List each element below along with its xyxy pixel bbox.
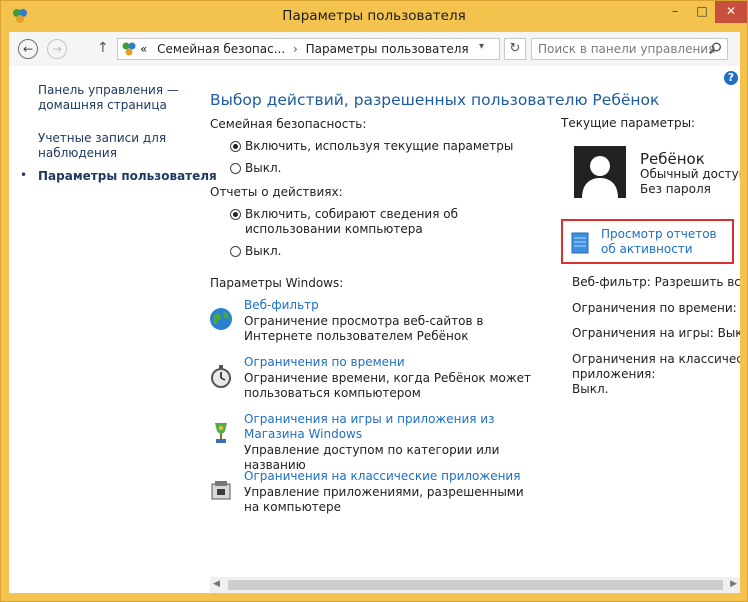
family-off-label[interactable]: Выкл. bbox=[245, 161, 545, 176]
user-silhouette-icon bbox=[582, 156, 618, 198]
up-button[interactable]: ↑ bbox=[97, 40, 109, 56]
chevron-down-icon[interactable]: ▾ bbox=[479, 41, 484, 52]
title-bar[interactable]: Параметры пользователя – □ ✕ bbox=[1, 1, 747, 32]
close-button[interactable]: ✕ bbox=[715, 1, 747, 23]
time-limits-status: Ограничения по времени: Выкл. bbox=[572, 301, 740, 315]
family-off-radio[interactable] bbox=[230, 163, 241, 174]
search-icon[interactable] bbox=[709, 42, 722, 55]
user-name: Ребёнок bbox=[640, 150, 705, 168]
help-icon[interactable]: ? bbox=[724, 71, 738, 85]
windows-settings-label: Параметры Windows: bbox=[210, 276, 344, 290]
window-frame: Параметры пользователя – □ ✕ ← → ↑ « Сем… bbox=[0, 0, 748, 602]
activity-reports-label: Отчеты о действиях: bbox=[210, 185, 343, 199]
scroll-thumb[interactable] bbox=[228, 580, 723, 590]
breadcrumb-user-settings[interactable]: Параметры пользователя bbox=[306, 42, 469, 56]
avatar bbox=[574, 146, 626, 198]
classic-apps-status-line1: Ограничения на классические bbox=[572, 352, 740, 366]
breadcrumb: « Семейная безопас... › Параметры пользо… bbox=[140, 42, 469, 56]
time-limits-link[interactable]: Ограничения по времени bbox=[244, 355, 405, 369]
scroll-left-arrow[interactable]: ◀ bbox=[213, 579, 220, 589]
apps-icon bbox=[211, 481, 231, 500]
window-title: Параметры пользователя bbox=[282, 8, 466, 24]
view-activity-reports-link[interactable]: Просмотр отчетов об активности bbox=[601, 227, 731, 257]
games-limits-link[interactable]: Ограничения на игры и приложения из Мага… bbox=[244, 412, 534, 442]
maximize-button[interactable]: □ bbox=[689, 1, 715, 23]
refresh-button[interactable]: ↻ bbox=[504, 38, 526, 60]
sidebar-link-accounts-line2: наблюдения bbox=[38, 146, 117, 160]
current-bullet: • bbox=[20, 168, 28, 182]
family-safety-label: Семейная безопасность: bbox=[210, 117, 367, 131]
control-panel-icon bbox=[122, 42, 136, 56]
reports-on-label[interactable]: Включить, собирают сведения об использов… bbox=[245, 207, 535, 237]
horizontal-scrollbar[interactable]: ◀ ▶ bbox=[210, 577, 740, 593]
sidebar-link-home[interactable]: Панель управления — домашняя страница bbox=[38, 83, 188, 113]
forward-button[interactable]: → bbox=[47, 39, 67, 59]
activity-report-highlight[interactable]: Просмотр отчетов об активности bbox=[561, 219, 734, 264]
sidebar-link-home-line2: домашняя страница bbox=[38, 98, 167, 112]
sidebar-item-current: Параметры пользователя bbox=[38, 169, 217, 183]
scroll-right-arrow[interactable]: ▶ bbox=[730, 579, 737, 589]
back-button[interactable]: ← bbox=[18, 39, 38, 59]
sidebar-link-accounts[interactable]: Учетные записи для наблюдения bbox=[38, 131, 188, 161]
password-status: Без пароля bbox=[640, 182, 711, 196]
breadcrumb-family-safety[interactable]: Семейная безопас... bbox=[157, 42, 285, 56]
breadcrumb-separator[interactable]: › bbox=[293, 42, 298, 56]
minimize-button[interactable]: – bbox=[661, 1, 689, 23]
classic-apps-status-line3: Выкл. bbox=[572, 382, 609, 396]
page-title: Выбор действий, разрешенных пользователю… bbox=[210, 91, 660, 109]
family-on-radio[interactable] bbox=[230, 141, 241, 152]
navigation-bar: ← → ↑ « Семейная безопас... › Параметры … bbox=[9, 32, 740, 66]
web-filter-desc: Ограничение просмотра веб-сайтов в Интер… bbox=[244, 314, 484, 343]
web-filter-link[interactable]: Веб-фильтр bbox=[244, 298, 319, 312]
time-limits-desc: Ограничение времени, когда Ребёнок может… bbox=[244, 371, 532, 400]
sidebar-link-accounts-line1: Учетные записи для bbox=[38, 131, 167, 145]
breadcrumb-overflow[interactable]: « bbox=[140, 42, 147, 56]
games-status: Ограничения на игры: Выкл. bbox=[572, 326, 740, 340]
trophy-icon bbox=[215, 423, 227, 443]
stopwatch-icon bbox=[211, 365, 231, 388]
classic-apps-link[interactable]: Ограничения на классические приложения bbox=[244, 469, 520, 483]
globe-icon bbox=[210, 308, 232, 330]
classic-apps-status-line2: приложения: bbox=[572, 367, 656, 381]
reports-off-label[interactable]: Выкл. bbox=[245, 244, 545, 259]
search-placeholder: Поиск в панели управления bbox=[538, 42, 716, 56]
classic-apps-desc: Управление приложениями, разрешенными на… bbox=[244, 485, 524, 514]
web-filter-status: Веб-фильтр: Разрешить все bbox=[572, 275, 740, 289]
account-type: Обычный доступ bbox=[640, 167, 740, 181]
content-pane: ? Панель управления — домашняя страница … bbox=[9, 66, 740, 593]
family-on-label[interactable]: Включить, используя текущие параметры bbox=[245, 139, 545, 154]
reports-on-radio[interactable] bbox=[230, 209, 241, 220]
current-settings-label: Текущие параметры: bbox=[561, 116, 696, 130]
sidebar-link-home-line1: Панель управления — bbox=[38, 83, 179, 97]
report-notebook-icon bbox=[571, 232, 589, 254]
search-input[interactable]: Поиск в панели управления bbox=[531, 38, 728, 60]
reports-off-radio[interactable] bbox=[230, 246, 241, 257]
address-bar[interactable]: « Семейная безопас... › Параметры пользо… bbox=[117, 38, 500, 60]
